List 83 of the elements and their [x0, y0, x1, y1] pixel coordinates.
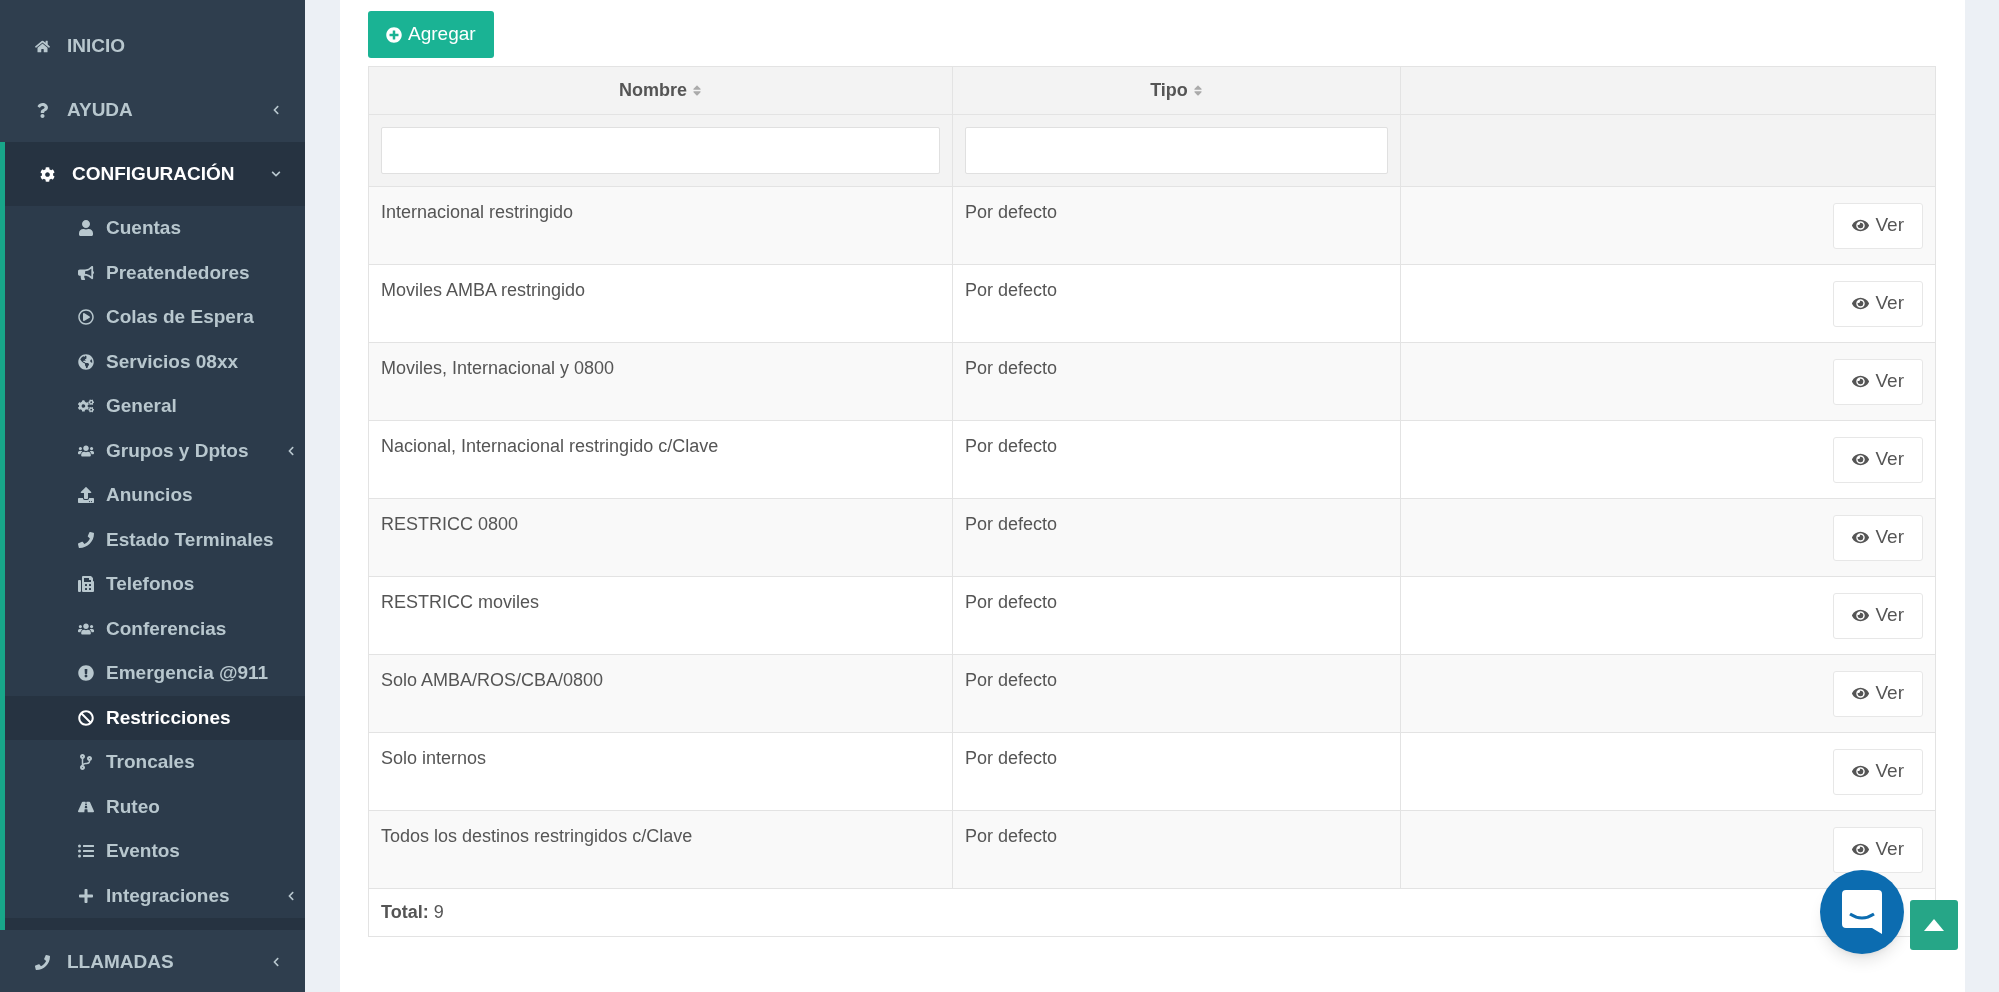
table-cell: Solo AMBA/ROS/CBA/0800 [381, 670, 604, 690]
sort-icon [692, 84, 702, 97]
sidebar-subitem[interactable]: Restricciones [5, 695, 305, 740]
list-icon [78, 843, 94, 860]
telephone-icon [78, 576, 94, 593]
table-cell: RESTRICC moviles [381, 592, 540, 612]
table-cell: Por defecto [965, 202, 1058, 222]
scroll-top-button[interactable] [1910, 900, 1958, 950]
eye-icon [1852, 529, 1870, 546]
play-icon [78, 309, 94, 326]
eye-icon [1852, 451, 1870, 468]
chat-bubble-icon [1842, 890, 1882, 934]
table-cell: Internacional restringido [381, 202, 574, 222]
eye-icon [1852, 295, 1870, 312]
table-cell: Por defecto [965, 670, 1058, 690]
sidebar-subitem[interactable]: Ruteo [5, 784, 305, 829]
gears-icon [78, 398, 94, 415]
sidebar-subitem[interactable]: Eventos [5, 829, 305, 874]
view-button[interactable]: Ver [1833, 202, 1923, 249]
caret-up-icon [1924, 919, 1944, 931]
sort-icon [1192, 84, 1203, 97]
view-button[interactable]: Ver [1833, 358, 1923, 405]
table-cell: Por defecto [965, 358, 1058, 378]
sidebar-subitem[interactable]: Troncales [5, 740, 305, 785]
home-icon [35, 38, 50, 54]
upload-icon [78, 487, 94, 504]
table-cell: Por defecto [965, 280, 1058, 300]
megaphone-icon [78, 264, 94, 281]
sidebar-subitem[interactable]: Conferencias [5, 606, 305, 651]
sidebar-subitem[interactable]: Servicios 08xx [5, 339, 305, 384]
column-header[interactable]: Tipo [952, 66, 1401, 115]
sidebar-subitem[interactable]: Estado Terminales [5, 517, 305, 562]
table-cell: Por defecto [965, 826, 1058, 846]
sidebar-subitem[interactable]: Emergencia @911 [5, 651, 305, 696]
sidebar-subitem[interactable]: Colas de Espera [5, 295, 305, 340]
eye-icon [1852, 217, 1870, 234]
branch-icon [78, 754, 94, 771]
eye-icon [1852, 763, 1870, 780]
view-button[interactable]: Ver [1833, 436, 1923, 483]
sidebar-item[interactable]: CONFIGURACIÓN [5, 142, 305, 206]
sidebar-subitem[interactable]: Preatendedores [5, 250, 305, 295]
view-button[interactable]: Ver [1833, 826, 1923, 873]
phone-icon [35, 954, 50, 970]
eye-icon [1852, 373, 1870, 390]
eye-icon [1852, 685, 1870, 702]
settings-icon [40, 166, 55, 182]
table-cell: Moviles AMBA restringido [381, 280, 586, 300]
table-cell: Por defecto [965, 436, 1058, 456]
sidebar-subitem[interactable]: Cuentas [5, 206, 305, 251]
filter-field[interactable] [381, 127, 940, 174]
user-icon [78, 220, 94, 237]
sidebar-item[interactable]: INICIO [0, 14, 305, 78]
sidebar-subitem[interactable]: Anuncios [5, 473, 305, 518]
ban-icon [78, 709, 94, 726]
table-cell: Por defecto [965, 514, 1058, 534]
view-button[interactable]: Ver [1833, 514, 1923, 561]
column-header[interactable]: Nombre [368, 66, 953, 115]
question-icon [35, 102, 50, 118]
table-cell: Nacional, Internacional restringido c/Clave [381, 436, 719, 456]
total-text: Total: 9 [381, 902, 444, 922]
phone-icon [78, 531, 94, 548]
table-cell: Por defecto [965, 592, 1058, 612]
plus-icon [78, 887, 94, 904]
table-cell: RESTRICC 0800 [381, 514, 519, 534]
sidebar-subitem[interactable]: Integraciones [5, 873, 305, 918]
globe-icon [78, 353, 94, 370]
table-cell: Por defecto [965, 748, 1058, 768]
view-button[interactable]: Ver [1833, 748, 1923, 795]
table-cell: Todos los destinos restringidos c/Clave [381, 826, 693, 846]
eye-icon [1852, 841, 1870, 858]
sidebar-item[interactable]: LLAMADAS [0, 930, 305, 992]
view-button[interactable]: Ver [1833, 670, 1923, 717]
sidebar-item[interactable]: AYUDA [0, 78, 305, 142]
table-cell: Moviles, Internacional y 0800 [381, 358, 615, 378]
table-cell: Solo internos [381, 748, 487, 768]
eye-icon [1852, 607, 1870, 624]
sidebar-subitem[interactable]: Grupos y Dptos [5, 428, 305, 473]
exclamation-icon [78, 665, 94, 682]
filter-field[interactable] [965, 127, 1388, 174]
view-button[interactable]: Ver [1833, 592, 1923, 639]
view-button[interactable]: Ver [1833, 280, 1923, 327]
sidebar-subitem[interactable]: Telefonos [5, 562, 305, 607]
sidebar-subitem[interactable]: General [5, 384, 305, 429]
